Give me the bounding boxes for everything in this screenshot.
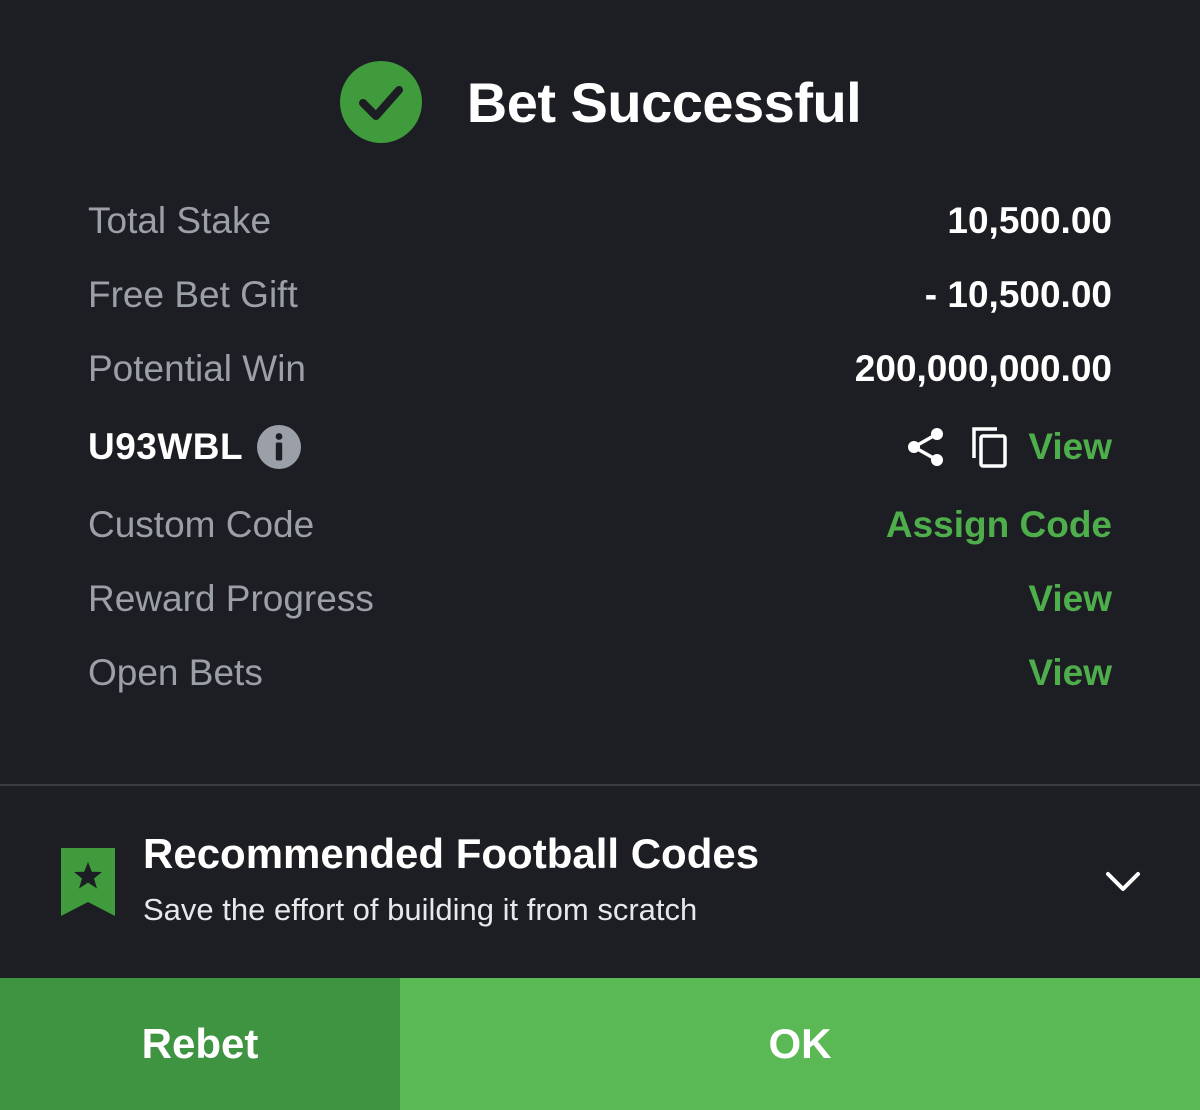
reward-progress-row: Reward Progress View [88, 562, 1112, 636]
copy-icon[interactable] [970, 425, 1010, 469]
recommended-title: Recommended Football Codes [143, 830, 760, 877]
view-booking-link[interactable]: View [1028, 426, 1112, 468]
open-bets-label: Open Bets [88, 652, 263, 693]
booking-code-group: U93WBL [88, 425, 302, 469]
custom-code-label: Custom Code [88, 504, 315, 545]
recommended-codes-section[interactable]: Recommended Football Codes Save the effo… [0, 800, 1200, 974]
free-bet-gift-value: - 10,500.00 [924, 274, 1112, 315]
custom-code-row: Custom Code Assign Code [88, 488, 1112, 562]
info-icon[interactable] [257, 425, 302, 469]
recommended-subtitle: Save the effort of building it from scra… [143, 892, 698, 927]
check-circle-icon [339, 61, 422, 143]
chevron-down-icon[interactable] [1104, 864, 1142, 900]
potential-win-value: 200,000,000.00 [854, 348, 1112, 389]
ok-button[interactable]: OK [400, 978, 1200, 1110]
rebet-button[interactable]: Rebet [0, 978, 400, 1110]
assign-code-link[interactable]: Assign Code [886, 504, 1112, 546]
bookmark-star-icon [61, 848, 115, 916]
action-bar: Rebet OK [0, 978, 1200, 1110]
booking-code: U93WBL [88, 426, 244, 467]
total-stake-label: Total Stake [88, 200, 272, 241]
booking-code-row: U93WBL View [88, 406, 1112, 488]
open-bets-row: Open Bets View [88, 636, 1112, 710]
potential-win-row: Potential Win 200,000,000.00 [88, 332, 1112, 406]
free-bet-gift-label: Free Bet Gift [88, 274, 298, 315]
bet-success-screen: Bet Successful Total Stake 10,500.00 Fre… [0, 0, 1200, 1110]
total-stake-row: Total Stake 10,500.00 [88, 184, 1112, 258]
potential-win-label: Potential Win [88, 348, 306, 389]
free-bet-gift-row: Free Bet Gift - 10,500.00 [88, 258, 1112, 332]
booking-actions: View [904, 425, 1112, 469]
header: Bet Successful [0, 58, 1200, 146]
view-reward-progress-link[interactable]: View [1028, 578, 1112, 620]
view-open-bets-link[interactable]: View [1028, 652, 1112, 694]
page-title: Bet Successful [466, 70, 862, 134]
total-stake-value: 10,500.00 [947, 200, 1112, 241]
reward-progress-label: Reward Progress [88, 578, 374, 619]
bet-details: Total Stake 10,500.00 Free Bet Gift - 10… [88, 184, 1112, 710]
share-icon[interactable] [904, 425, 948, 469]
section-divider [0, 784, 1200, 786]
